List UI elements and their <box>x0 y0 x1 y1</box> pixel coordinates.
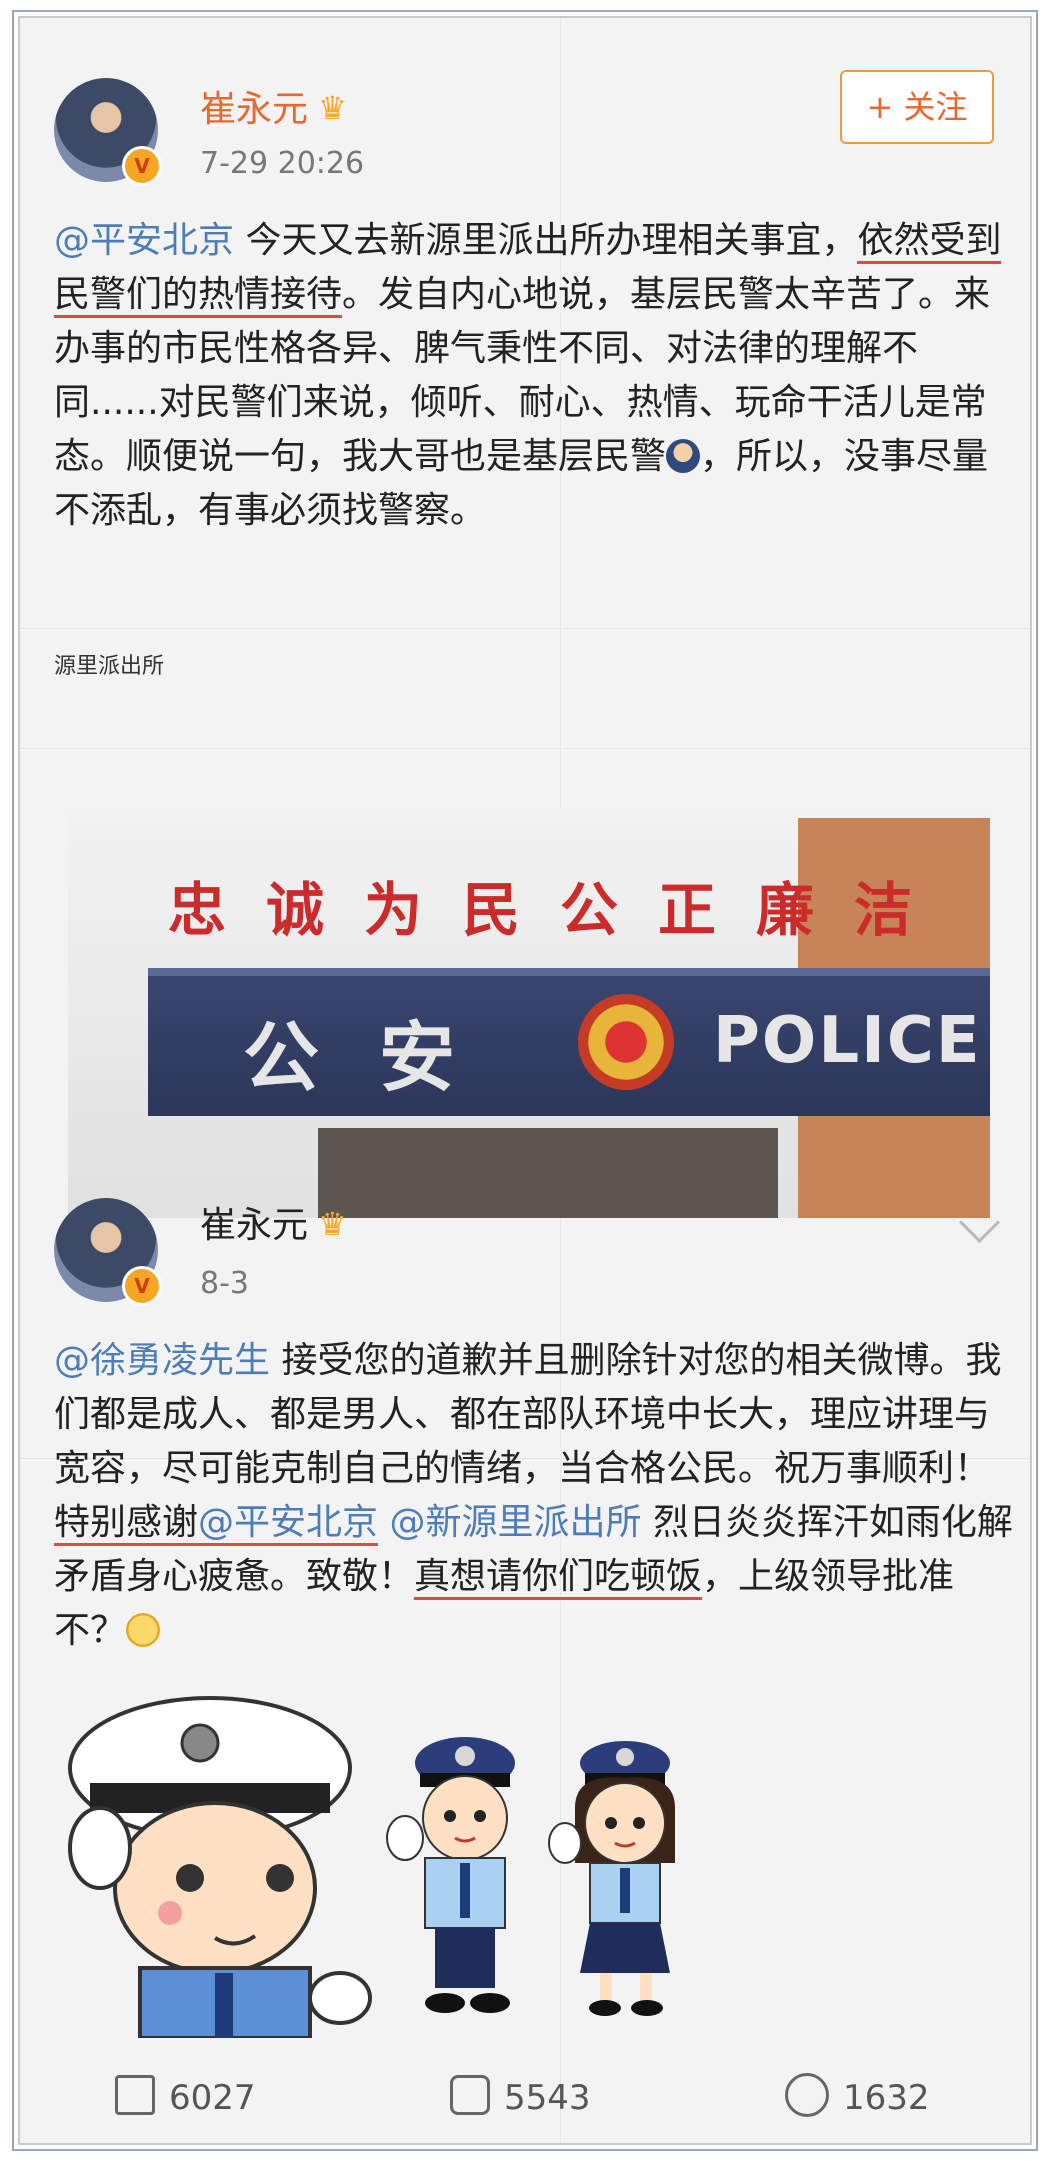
avatar[interactable]: V <box>54 78 162 186</box>
cartoon-police-officer-large <box>68 1696 372 2038</box>
post-text: @徐勇凌先生 接受您的道歉并且删除针对您的相关微博。我们都是成人、都是男人、都在… <box>54 1334 1014 1658</box>
author-name[interactable]: 崔永元 ♛ <box>200 80 347 132</box>
comment-icon <box>450 2075 490 2115</box>
verified-badge-icon: V <box>122 1266 162 1306</box>
police-station-photo[interactable]: 忠诚为民公正廉洁 公安 POLICE <box>68 808 990 1218</box>
mention-link[interactable]: @平安北京 <box>198 1502 379 1546</box>
verified-badge-icon: V <box>122 146 162 186</box>
photo-sign-police: POLICE <box>713 1004 982 1078</box>
police-sign-board: 公安 POLICE <box>148 968 990 1116</box>
cartoon-police-woman <box>548 1741 675 2016</box>
photo-caption: 源里派出所 <box>54 654 165 679</box>
repost-button[interactable]: 6027 <box>115 2068 256 2128</box>
crumpled-paper-background: V 崔永元 ♛ 7-29 20:26 + 关注 @平安北京 今天又去新源里派出所办… <box>20 18 1030 2143</box>
paper-crease <box>20 748 1030 751</box>
comment-count: 5543 <box>504 2078 591 2118</box>
author-name[interactable]: 崔永元 ♛ <box>200 1196 347 1248</box>
post-text: @平安北京 今天又去新源里派出所办理相关事宜，依然受到民警们的热情接待。发自内心… <box>54 214 1014 538</box>
comment-button[interactable]: 5543 <box>450 2068 591 2128</box>
crown-icon: ♛ <box>318 1205 347 1243</box>
post-text-segment: 今天又去新源里派出所办理相关事宜， <box>234 220 858 261</box>
smile-emoji-icon <box>126 1613 161 1647</box>
avatar[interactable]: V <box>54 1198 162 1306</box>
crown-icon: ♛ <box>318 89 347 127</box>
underlined-text: 真想请你们吃顿饭 <box>414 1556 703 1600</box>
cartoon-police-man <box>386 1737 515 2013</box>
paper-crease <box>20 628 1030 631</box>
repost-icon <box>115 2075 155 2115</box>
like-count: 1632 <box>843 2078 930 2118</box>
follow-button[interactable]: + 关注 <box>840 70 994 144</box>
repost-count: 6027 <box>169 2078 256 2118</box>
post-time: 7-29 20:26 <box>200 146 365 181</box>
photo-sign-gongan: 公安 <box>243 1013 515 1102</box>
station-entrance <box>318 1128 778 1218</box>
mention-link[interactable]: @新源里派出所 <box>378 1502 641 1543</box>
police-woman-emoji-icon <box>666 439 701 473</box>
like-button[interactable]: 1632 <box>785 2068 930 2128</box>
author-name-text: 崔永元 <box>200 1205 309 1246</box>
mention-link[interactable]: @平安北京 <box>54 220 234 261</box>
author-name-text: 崔永元 <box>200 89 309 130</box>
post-time: 8-3 <box>200 1266 249 1301</box>
police-emblem-icon <box>578 994 674 1090</box>
underlined-text: 特别感谢 <box>54 1502 199 1546</box>
mention-link[interactable]: @徐勇凌先生 <box>54 1340 270 1381</box>
photo-sign-slogan: 忠诚为民公正廉洁 <box>168 876 953 944</box>
screenshot-frame: V 崔永元 ♛ 7-29 20:26 + 关注 @平安北京 今天又去新源里派出所办… <box>0 0 1050 2161</box>
like-smile-icon <box>785 2073 829 2117</box>
